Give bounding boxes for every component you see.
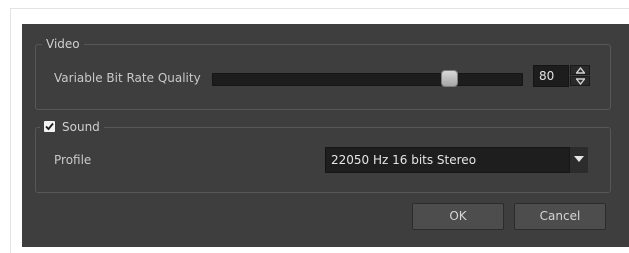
bitrate-slider-handle[interactable] bbox=[441, 70, 458, 87]
bitrate-slider[interactable] bbox=[212, 70, 523, 87]
checkmark-icon bbox=[45, 122, 54, 131]
arrow-up-icon bbox=[576, 67, 585, 74]
export-options-dialog: Video Variable Bit Rate Quality 80 Sound… bbox=[22, 24, 629, 247]
profile-label: Profile bbox=[54, 153, 92, 167]
sound-label: Sound bbox=[62, 120, 100, 134]
profile-dropdown-arrow[interactable] bbox=[569, 147, 588, 173]
video-group-title: Video bbox=[42, 36, 84, 52]
sound-checkbox[interactable] bbox=[44, 121, 55, 132]
bitrate-spin-buttons bbox=[570, 65, 590, 87]
window-edge-left bbox=[10, 8, 11, 253]
sound-group-title: Sound bbox=[40, 119, 104, 135]
profile-dropdown[interactable]: 22050 Hz 16 bits Stereo bbox=[325, 147, 588, 173]
cancel-button[interactable]: Cancel bbox=[514, 203, 606, 230]
ok-button[interactable]: OK bbox=[412, 203, 504, 230]
chevron-down-icon bbox=[574, 156, 584, 162]
arrow-down-icon bbox=[576, 78, 585, 85]
bitrate-spinbox[interactable]: 80 bbox=[533, 65, 569, 87]
window-edge-top bbox=[10, 8, 629, 9]
spin-down-button[interactable] bbox=[570, 76, 590, 86]
bitrate-label: Variable Bit Rate Quality bbox=[54, 71, 201, 85]
spin-up-button[interactable] bbox=[570, 65, 590, 75]
